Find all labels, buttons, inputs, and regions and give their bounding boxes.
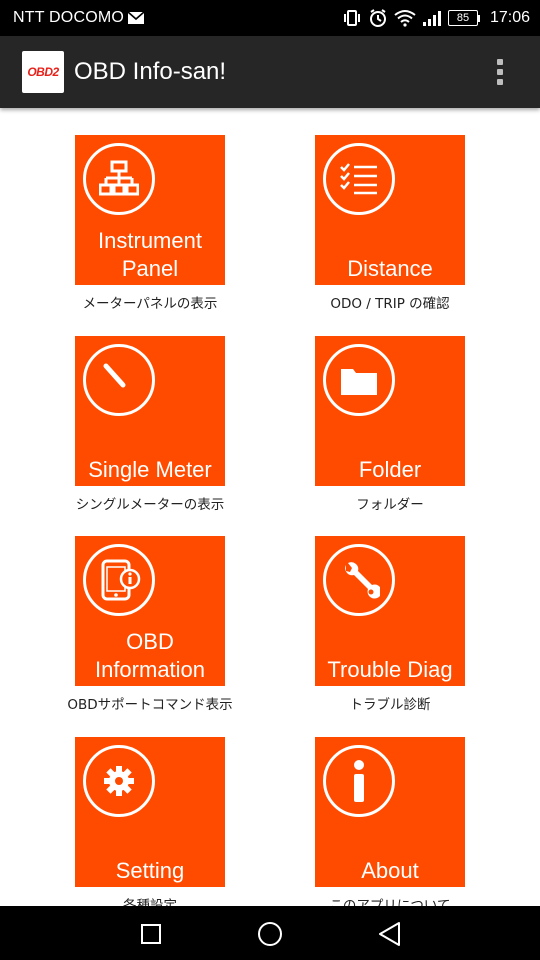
tile-cell-distance: Distance ODO / TRIP の確認 [295, 135, 485, 312]
tile-cell-instrument-panel: Instrument Panel メーターパネルの表示 [55, 135, 245, 312]
navigation-bar [0, 906, 540, 960]
overflow-dot [497, 69, 503, 75]
tile-caption: OBDサポートコマンド表示 [67, 697, 233, 713]
status-bar: NTT DOCOMO 85 17:06 [0, 0, 540, 36]
mail-icon [127, 11, 145, 25]
battery-level: 85 [447, 10, 478, 26]
trouble-diag-tile[interactable]: Trouble Diag [315, 536, 465, 686]
app-bar: OBD2 OBD Info-san! [0, 36, 540, 108]
single-meter-tile[interactable]: Single Meter [75, 336, 225, 486]
carrier-name: NTT DOCOMO [13, 9, 125, 26]
tile-label: Folder [358, 457, 422, 482]
clock: 17:06 [489, 9, 530, 26]
app-logo: OBD2 [22, 51, 64, 93]
gauge-needle-icon [83, 344, 155, 416]
square-icon [141, 924, 161, 944]
tile-caption: トラブル診断 [349, 697, 431, 713]
instrument-panel-tile[interactable]: Instrument Panel [75, 135, 225, 285]
about-tile[interactable]: About [315, 737, 465, 887]
info-icon [323, 745, 395, 817]
tile-caption: 各種設定 [123, 898, 177, 906]
app-title: OBD Info-san! [74, 58, 227, 85]
tile-cell-about: About このアプリについて [295, 737, 485, 906]
checklist-icon [323, 143, 395, 215]
triangle-back-icon [379, 922, 400, 946]
wifi-icon [394, 9, 416, 27]
tile-cell-setting: Setting 各種設定 [55, 737, 245, 906]
tile-label: OBD Information [94, 629, 206, 682]
folder-icon [323, 344, 395, 416]
tile-label: About [361, 858, 419, 883]
network-diagram-icon [83, 143, 155, 215]
tile-caption: メーターパネルの表示 [82, 296, 218, 312]
folder-tile[interactable]: Folder [315, 336, 465, 486]
recent-apps-button[interactable] [137, 920, 165, 948]
tile-cell-single-meter: Single Meter シングルメーターの表示 [55, 336, 245, 513]
tile-cell-folder: Folder フォルダー [295, 336, 485, 513]
back-button[interactable] [376, 920, 404, 948]
overflow-dot [497, 59, 503, 65]
tile-caption: フォルダー [356, 497, 424, 513]
overflow-dot [497, 79, 503, 85]
tile-caption: シングルメーターの表示 [75, 497, 225, 513]
tile-label: Single Meter [88, 457, 212, 482]
phone-info-icon [83, 544, 155, 616]
obd-information-tile[interactable]: OBD Information [75, 536, 225, 686]
home-button[interactable] [256, 920, 284, 948]
tile-label: Distance [347, 256, 433, 281]
battery-icon: 85 [447, 10, 480, 26]
signal-icon [422, 9, 442, 27]
wrench-icon [323, 544, 395, 616]
tile-label: Trouble Diag [327, 657, 453, 682]
tile-cell-obd-information: OBD Information OBDサポートコマンド表示 [55, 536, 245, 713]
alarm-icon [368, 8, 388, 28]
tile-cell-trouble-diag: Trouble Diag トラブル診断 [295, 536, 485, 713]
tile-caption: ODO / TRIP の確認 [330, 296, 450, 312]
menu-grid: Instrument Panel メーターパネルの表示 Distance ODO… [0, 108, 540, 906]
tile-label: Instrument Panel [98, 228, 202, 281]
vibrate-icon [342, 8, 362, 28]
distance-tile[interactable]: Distance [315, 135, 465, 285]
tile-caption: このアプリについて [329, 898, 451, 906]
overflow-menu-button[interactable] [490, 52, 510, 92]
tile-label: Setting [115, 858, 185, 883]
setting-tile[interactable]: Setting [75, 737, 225, 887]
circle-icon [258, 922, 282, 946]
gear-icon [83, 745, 155, 817]
